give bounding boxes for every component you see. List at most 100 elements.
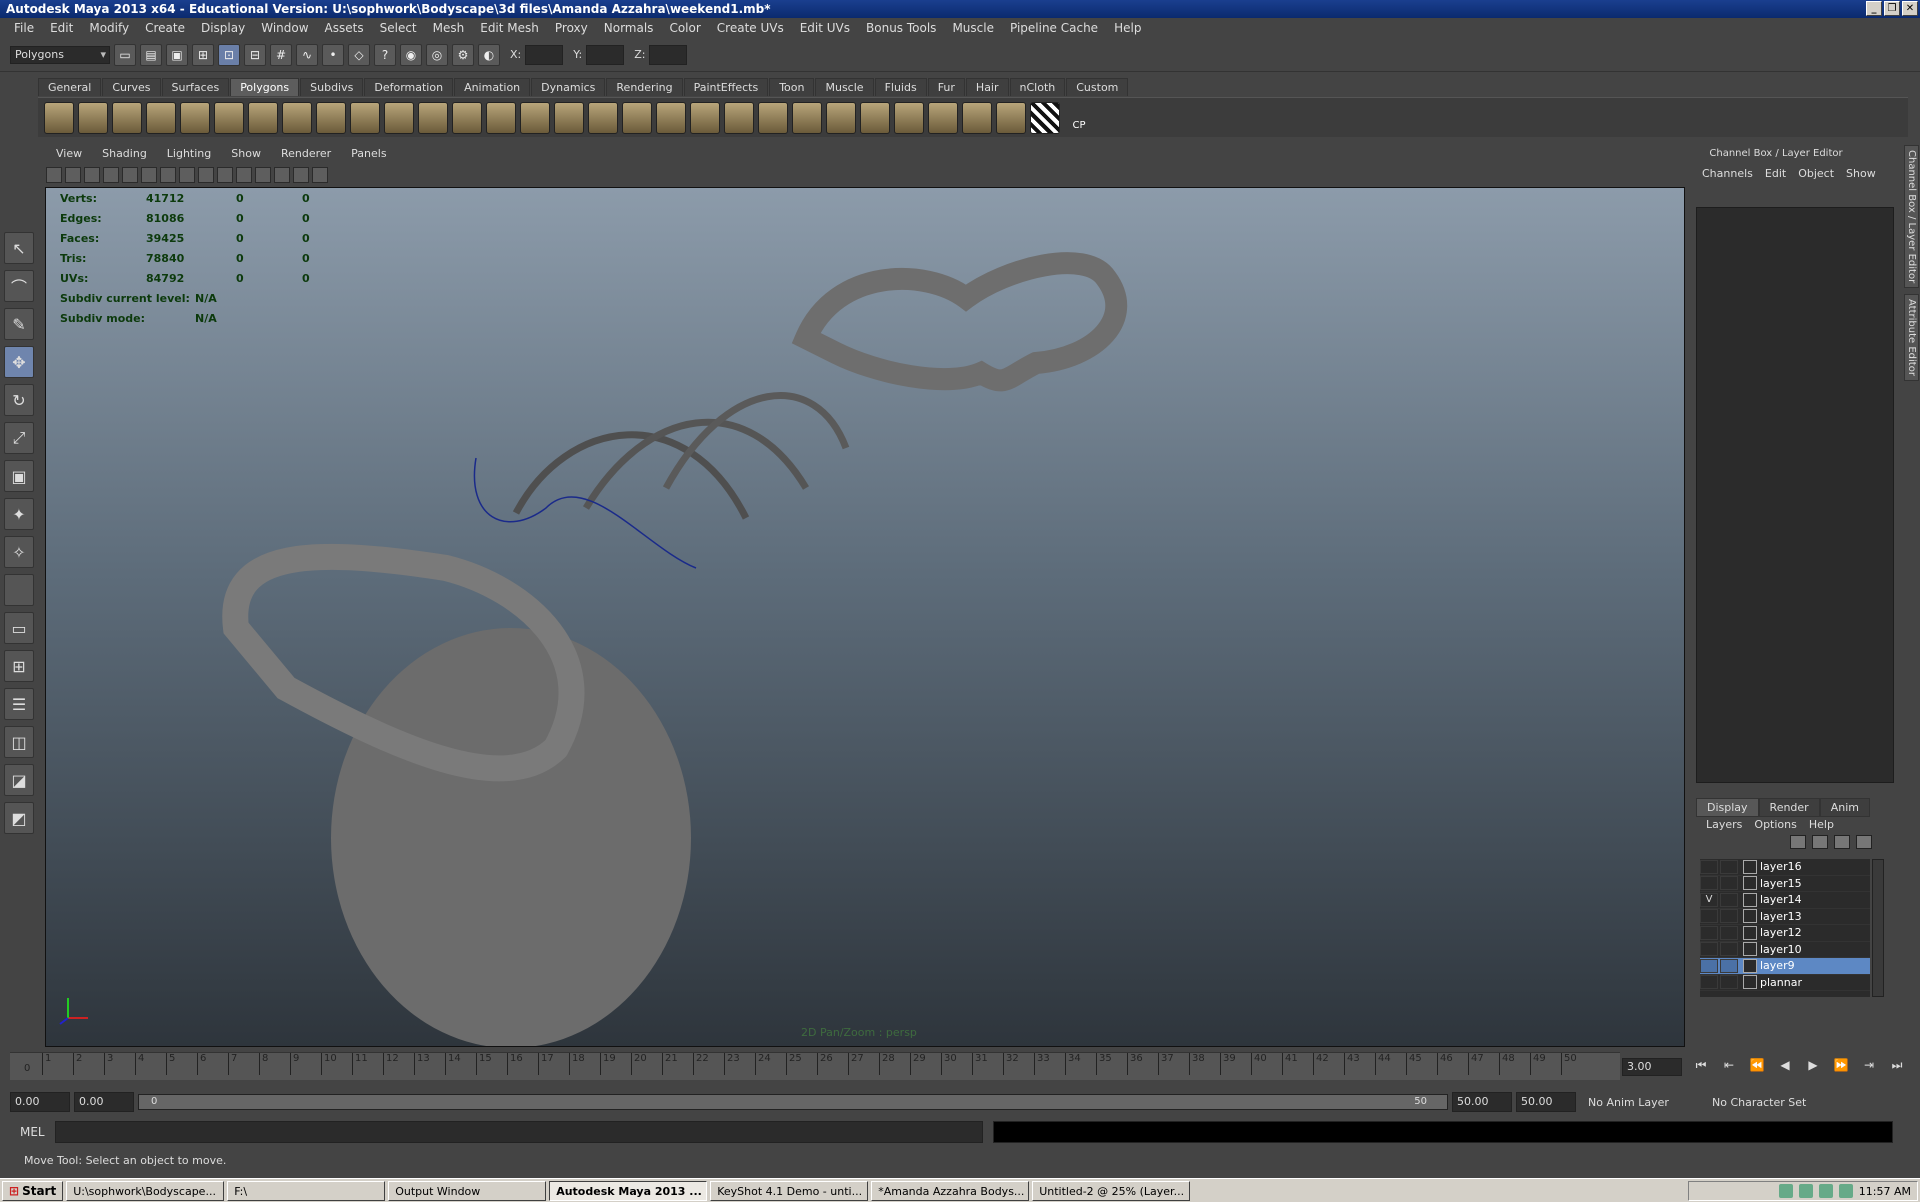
layer-display-type-toggle[interactable] <box>1720 876 1738 891</box>
shelf-tab-deformation[interactable]: Deformation <box>364 78 454 96</box>
current-frame-field[interactable]: 3.00 <box>1622 1058 1682 1076</box>
layer-display-type-toggle[interactable] <box>1720 892 1738 907</box>
layer-visibility-toggle[interactable] <box>1700 909 1718 924</box>
graph-layout-icon[interactable]: ◫ <box>4 726 34 758</box>
poke-icon[interactable] <box>690 101 720 134</box>
layer-display-type-toggle[interactable] <box>1720 975 1738 990</box>
shelf-tab-subdivs[interactable]: Subdivs <box>300 78 364 96</box>
move-layer-down-icon[interactable] <box>1812 835 1828 849</box>
cp-shelf-icon[interactable]: CP <box>1064 101 1094 134</box>
panel-menu-show[interactable]: Show <box>221 147 271 165</box>
layer-display-type-toggle[interactable] <box>1720 925 1738 940</box>
bevel-icon[interactable] <box>622 101 652 134</box>
layer-tab-render[interactable]: Render <box>1758 798 1820 817</box>
layer-color-swatch[interactable] <box>1743 925 1757 940</box>
poly-sphere-icon[interactable] <box>44 101 74 134</box>
shelf-tab-fluids[interactable]: Fluids <box>874 78 927 96</box>
channel-box-area[interactable] <box>1696 207 1894 783</box>
taskbar-button[interactable]: U:\sophwork\Bodyscape... <box>66 1180 225 1201</box>
range-bar[interactable]: 0 50 <box>138 1094 1448 1110</box>
animation-start-field[interactable]: 0.00 <box>10 1092 70 1112</box>
menu-select[interactable]: Select <box>372 21 425 35</box>
layer-row[interactable]: layer15 <box>1700 876 1870 892</box>
poly-soccer-ball-icon[interactable] <box>316 101 346 134</box>
split-polygon-icon[interactable] <box>554 101 584 134</box>
menu-window[interactable]: Window <box>253 21 316 35</box>
soft-mod-icon[interactable]: ✦ <box>4 498 34 530</box>
smooth-shade-icon[interactable] <box>198 167 214 183</box>
menu-edit-mesh[interactable]: Edit Mesh <box>472 21 547 35</box>
animation-end-field[interactable]: 50.00 <box>1516 1092 1576 1112</box>
grid-toggle-icon[interactable] <box>122 167 138 183</box>
layer-row[interactable]: Vlayer14 <box>1700 892 1870 909</box>
layer-row[interactable]: plannar <box>1700 975 1870 991</box>
new-layer-selected-icon[interactable] <box>1856 835 1872 849</box>
select-component-icon[interactable]: ⊟ <box>244 43 266 66</box>
poly-torus-icon[interactable] <box>214 101 244 134</box>
layer-display-type-toggle[interactable] <box>1720 859 1738 874</box>
play-backwards-icon[interactable]: ◀ <box>1774 1058 1796 1076</box>
layer-color-swatch[interactable] <box>1743 859 1757 874</box>
ipr-render-icon[interactable]: ◎ <box>426 43 448 66</box>
layer-display-type-toggle[interactable] <box>1720 958 1738 973</box>
layer-menu-layers[interactable]: Layers <box>1700 818 1748 831</box>
playback-end-field[interactable]: 50.00 <box>1452 1092 1512 1112</box>
shadows-icon[interactable] <box>274 167 290 183</box>
wedge-icon[interactable] <box>724 101 754 134</box>
layer-row[interactable]: layer12 <box>1700 925 1870 942</box>
channel-menu-channels[interactable]: Channels <box>1696 167 1759 180</box>
uv-layout-icon[interactable]: ◩ <box>4 802 34 834</box>
bridge-icon[interactable] <box>520 101 550 134</box>
side-tab-1[interactable]: Attribute Editor <box>1904 294 1919 382</box>
time-slider[interactable]: 0 1 2 3 4 5 6 7 8 9 10 11 12 13 14 15 16 17 18 19 20 21 22 23 24… <box>10 1052 1620 1080</box>
menu-edit-uvs[interactable]: Edit UVs <box>792 21 858 35</box>
shelf-tab-dynamics[interactable]: Dynamics <box>531 78 606 96</box>
shelf-tab-hair[interactable]: Hair <box>965 78 1009 96</box>
volume-tray-icon[interactable] <box>1838 1184 1853 1198</box>
menu-assets[interactable]: Assets <box>317 21 372 35</box>
outliner-layout-icon[interactable]: ☰ <box>4 688 34 720</box>
single-pane-layout-icon[interactable]: ▭ <box>4 612 34 644</box>
poly-plane-icon[interactable] <box>180 101 210 134</box>
acrobat-tray-icon[interactable] <box>1778 1184 1793 1198</box>
menu-display[interactable]: Display <box>193 21 253 35</box>
history-icon[interactable]: ? <box>374 43 396 66</box>
go-to-end-icon[interactable]: ⏭ <box>1886 1058 1908 1076</box>
step-back-key-icon[interactable]: ⇤ <box>1718 1058 1740 1076</box>
shelf-tab-custom[interactable]: Custom <box>1066 78 1129 96</box>
step-forward-frame-icon[interactable]: ⏩ <box>1830 1058 1852 1076</box>
duplicate-face-icon[interactable] <box>758 101 788 134</box>
menu-create[interactable]: Create <box>137 21 193 35</box>
panel-menu-lighting[interactable]: Lighting <box>157 147 221 165</box>
channel-menu-edit[interactable]: Edit <box>1759 167 1792 180</box>
menu-set-dropdown[interactable]: Polygons <box>10 45 110 64</box>
menu-muscle[interactable]: Muscle <box>944 21 1002 35</box>
film-gate-icon[interactable] <box>141 167 157 183</box>
shelf-tab-curves[interactable]: Curves <box>102 78 161 96</box>
security-tray-icon[interactable] <box>1818 1184 1833 1198</box>
select-tool-icon[interactable]: ↖ <box>4 232 34 264</box>
hypergraph-layout-icon[interactable]: ◪ <box>4 764 34 796</box>
layer-visibility-toggle[interactable] <box>1700 958 1718 973</box>
empty-tool-slot[interactable] <box>4 574 34 606</box>
poly-cube-icon[interactable] <box>78 101 108 134</box>
menu-pipeline-cache[interactable]: Pipeline Cache <box>1002 21 1106 35</box>
taskbar-button[interactable]: KeyShot 4.1 Demo - unti... <box>710 1180 869 1201</box>
shelf-tab-general[interactable]: General <box>38 78 102 96</box>
layer-row[interactable]: layer10 <box>1700 942 1870 958</box>
move-layer-up-icon[interactable] <box>1790 835 1806 849</box>
sculpt-icon[interactable] <box>860 101 890 134</box>
layer-color-swatch[interactable] <box>1743 958 1757 973</box>
layer-row[interactable]: layer9 <box>1700 958 1870 975</box>
channel-menu-show[interactable]: Show <box>1840 167 1882 180</box>
image-plane-icon[interactable] <box>103 167 119 183</box>
close-button[interactable]: ✕ <box>1902 1 1918 16</box>
playback-start-field[interactable]: 0.00 <box>74 1092 134 1112</box>
wireframe-on-shaded-icon[interactable] <box>217 167 233 183</box>
x-field[interactable] <box>525 44 564 65</box>
channel-menu-object[interactable]: Object <box>1792 167 1840 180</box>
layer-row[interactable]: layer16 <box>1700 859 1870 876</box>
poly-cylinder-icon[interactable] <box>112 101 142 134</box>
layer-tab-anim[interactable]: Anim <box>1819 798 1870 817</box>
layer-menu-help[interactable]: Help <box>1803 818 1840 831</box>
